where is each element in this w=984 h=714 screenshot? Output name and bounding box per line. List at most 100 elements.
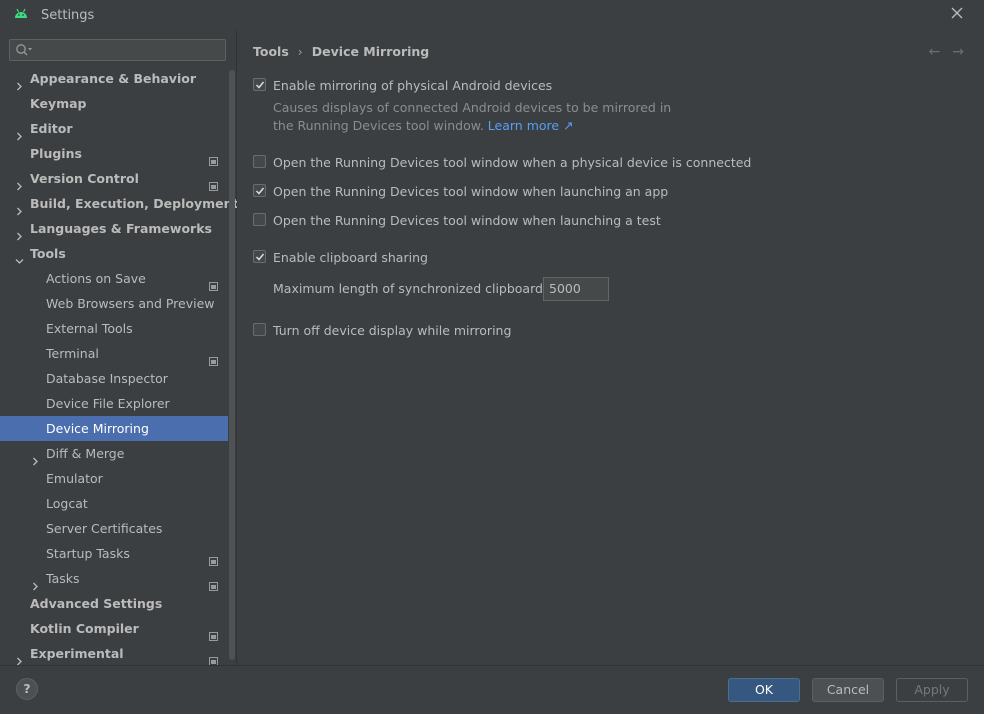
apply-button[interactable]: Apply bbox=[896, 678, 968, 702]
clipboard-sharing-label: Enable clipboard sharing bbox=[273, 250, 428, 265]
sidebar-item-label: Build, Execution, Deployment bbox=[30, 196, 239, 211]
chevron-right-icon[interactable] bbox=[15, 224, 23, 241]
chevron-right-icon[interactable] bbox=[15, 124, 23, 141]
sidebar-item-appearance-behavior[interactable]: Appearance & Behavior bbox=[0, 66, 228, 91]
project-scope-icon bbox=[209, 349, 218, 366]
sidebar-item-label: Server Certificates bbox=[46, 521, 163, 536]
checkbox-unchecked-icon bbox=[253, 155, 266, 168]
enable-mirroring-label: Enable mirroring of physical Android dev… bbox=[273, 78, 553, 93]
sidebar-item-label: Editor bbox=[30, 121, 73, 136]
sidebar-item-web-browsers-and-preview[interactable]: Web Browsers and Preview bbox=[0, 291, 228, 316]
mirroring-description: Causes displays of connected Android dev… bbox=[273, 99, 671, 135]
settings-tree: Appearance & Behavior Keymap Editor Plugins… bbox=[0, 66, 238, 666]
mirroring-description-line1: Causes displays of connected Android dev… bbox=[273, 100, 672, 115]
sidebar-item-tools[interactable]: Tools bbox=[0, 241, 228, 266]
sidebar-item-label: Tasks bbox=[46, 571, 80, 586]
title-bar: Settings bbox=[0, 0, 984, 31]
sidebar-item-tasks[interactable]: Tasks bbox=[0, 566, 228, 591]
chevron-right-icon[interactable] bbox=[15, 174, 23, 191]
sidebar-item-label: Appearance & Behavior bbox=[30, 71, 196, 86]
learn-more-link[interactable]: Learn more ↗ bbox=[488, 118, 574, 133]
search-input[interactable] bbox=[9, 39, 226, 61]
sidebar-item-label: Terminal bbox=[46, 346, 99, 361]
sidebar-item-database-inspector[interactable]: Database Inspector bbox=[0, 366, 228, 391]
sidebar-item-label: Startup Tasks bbox=[46, 546, 130, 561]
chevron-right-icon[interactable] bbox=[31, 574, 39, 591]
sidebar-item-label: Plugins bbox=[30, 146, 82, 161]
sidebar-item-build-execution-deployment[interactable]: Build, Execution, Deployment bbox=[0, 191, 238, 216]
sidebar-item-experimental[interactable]: Experimental bbox=[0, 641, 228, 666]
sidebar-item-terminal[interactable]: Terminal bbox=[0, 341, 228, 366]
sidebar-scrollbar[interactable] bbox=[229, 70, 235, 660]
help-button[interactable]: ? bbox=[16, 678, 38, 700]
sidebar-item-device-mirroring[interactable]: Device Mirroring bbox=[0, 416, 228, 441]
checkbox-unchecked-icon bbox=[253, 213, 266, 226]
breadcrumb: Tools › Device Mirroring bbox=[253, 44, 429, 59]
sidebar-item-actions-on-save[interactable]: Actions on Save bbox=[0, 266, 228, 291]
sidebar-item-languages-frameworks[interactable]: Languages & Frameworks bbox=[0, 216, 228, 241]
project-scope-icon bbox=[209, 274, 218, 291]
sidebar-item-external-tools[interactable]: External Tools bbox=[0, 316, 228, 341]
sidebar-item-label: Logcat bbox=[46, 496, 88, 511]
navigation-arrows: ← → bbox=[917, 44, 964, 60]
sidebar-item-kotlin-compiler[interactable]: Kotlin Compiler bbox=[0, 616, 228, 641]
sidebar-item-editor[interactable]: Editor bbox=[0, 116, 228, 141]
ok-button[interactable]: OK bbox=[728, 678, 800, 702]
mirroring-description-line2: the Running Devices tool window. bbox=[273, 118, 484, 133]
sidebar-item-label: Web Browsers and Preview bbox=[46, 296, 215, 311]
project-scope-icon bbox=[209, 574, 218, 591]
sidebar-item-label: Emulator bbox=[46, 471, 103, 486]
project-scope-icon bbox=[209, 174, 218, 191]
project-scope-icon bbox=[209, 149, 218, 166]
settings-content: Tools › Device Mirroring ← → Enable mirrori… bbox=[237, 30, 984, 665]
chevron-right-icon[interactable] bbox=[15, 649, 23, 666]
checkbox-unchecked-icon bbox=[253, 323, 266, 336]
checkbox-checked-icon bbox=[253, 184, 266, 197]
sidebar-item-label: Tools bbox=[30, 246, 66, 261]
android-icon bbox=[14, 8, 28, 23]
breadcrumb-parent[interactable]: Tools bbox=[253, 44, 289, 59]
chevron-right-icon[interactable] bbox=[15, 74, 23, 91]
sidebar-item-device-file-explorer[interactable]: Device File Explorer bbox=[0, 391, 228, 416]
sidebar-item-advanced-settings[interactable]: Advanced Settings bbox=[0, 591, 228, 616]
project-scope-icon bbox=[209, 624, 218, 641]
sidebar-item-server-certificates[interactable]: Server Certificates bbox=[0, 516, 228, 541]
back-arrow-icon[interactable]: ← bbox=[929, 44, 941, 60]
checkbox-checked-icon bbox=[253, 78, 266, 91]
project-scope-icon bbox=[209, 549, 218, 566]
sidebar-item-label: Experimental bbox=[30, 646, 124, 661]
cancel-button[interactable]: Cancel bbox=[812, 678, 884, 702]
sidebar-item-label: External Tools bbox=[46, 321, 133, 336]
sidebar-item-label: Diff & Merge bbox=[46, 446, 125, 461]
clipboard-max-length-label: Maximum length of synchronized clipboard… bbox=[273, 281, 576, 296]
chevron-right-icon[interactable] bbox=[31, 449, 39, 466]
sidebar-item-logcat[interactable]: Logcat bbox=[0, 491, 228, 516]
breadcrumb-current: Device Mirroring bbox=[311, 44, 430, 59]
chevron-right-icon[interactable] bbox=[15, 199, 23, 216]
open-on-launch-app-label: Open the Running Devices tool window whe… bbox=[273, 184, 669, 199]
sidebar-item-plugins[interactable]: Plugins bbox=[0, 141, 228, 166]
close-icon[interactable] bbox=[950, 6, 966, 22]
forward-arrow-icon[interactable]: → bbox=[952, 44, 964, 60]
search-icon bbox=[15, 43, 33, 60]
checkbox-checked-icon bbox=[253, 250, 266, 263]
sidebar-item-label: Advanced Settings bbox=[30, 596, 163, 611]
sidebar-item-keymap[interactable]: Keymap bbox=[0, 91, 228, 116]
settings-sidebar: Appearance & Behavior Keymap Editor Plugins… bbox=[0, 30, 238, 666]
sidebar-item-version-control[interactable]: Version Control bbox=[0, 166, 228, 191]
sidebar-item-label: Device File Explorer bbox=[46, 396, 170, 411]
sidebar-item-diff-merge[interactable]: Diff & Merge bbox=[0, 441, 228, 466]
sidebar-item-label: Device Mirroring bbox=[46, 421, 149, 436]
sidebar-item-emulator[interactable]: Emulator bbox=[0, 466, 228, 491]
sidebar-item-label: Languages & Frameworks bbox=[30, 221, 212, 236]
turn-off-display-label: Turn off device display while mirroring bbox=[273, 323, 512, 338]
sidebar-item-label: Database Inspector bbox=[46, 371, 168, 386]
sidebar-item-startup-tasks[interactable]: Startup Tasks bbox=[0, 541, 228, 566]
open-on-launch-test-label: Open the Running Devices tool window whe… bbox=[273, 213, 661, 228]
window-title: Settings bbox=[41, 8, 95, 23]
chevron-down-icon[interactable] bbox=[15, 249, 24, 264]
sidebar-item-label: Kotlin Compiler bbox=[30, 621, 139, 636]
clipboard-max-length-input[interactable]: 5000 bbox=[543, 277, 609, 301]
open-on-connect-label: Open the Running Devices tool window whe… bbox=[273, 155, 752, 170]
sidebar-item-label: Keymap bbox=[30, 96, 87, 111]
